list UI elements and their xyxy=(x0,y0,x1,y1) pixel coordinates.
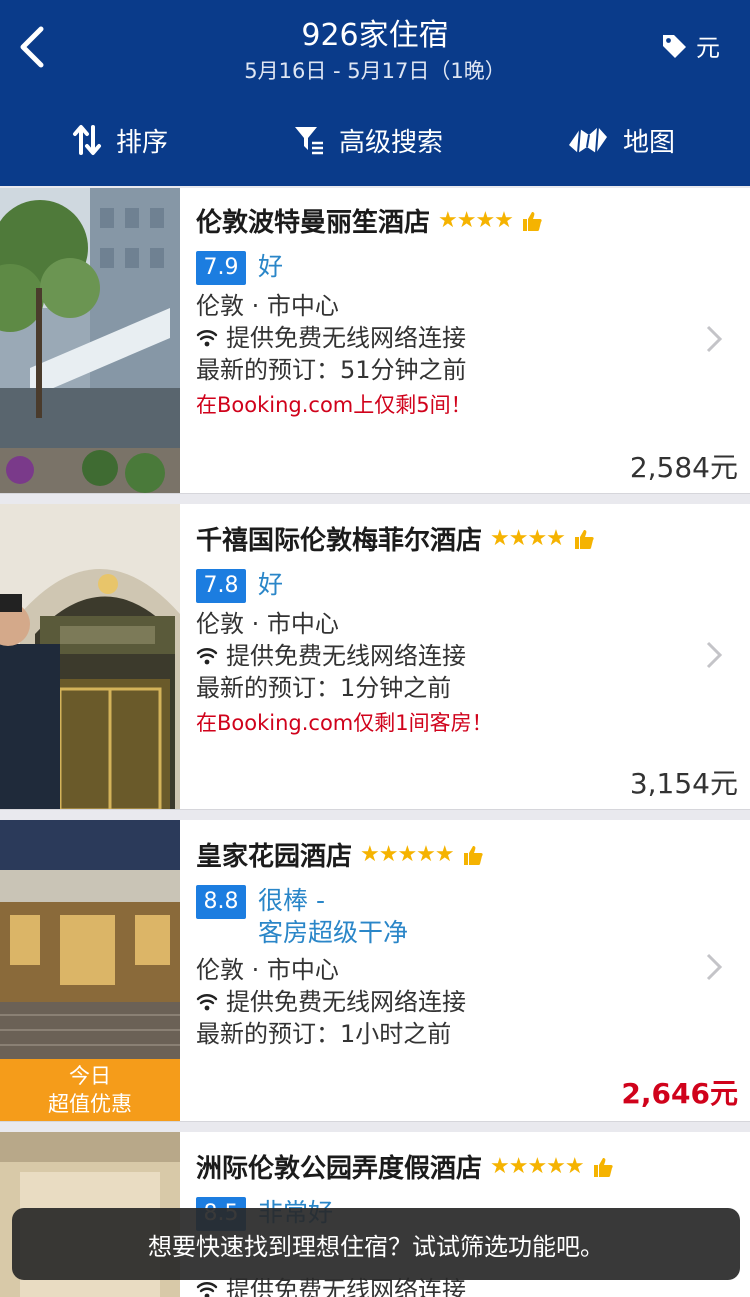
review-score: 8.8 xyxy=(196,885,246,919)
review-word: 好 xyxy=(258,570,284,599)
wifi-icon xyxy=(196,648,218,665)
thumbs-up-icon xyxy=(522,211,542,231)
hotel-photo xyxy=(0,504,180,809)
hotel-card[interactable]: 今日 超值优惠 皇家花园酒店 ★★★★★ 8.8 很棒 - 客房超级干净 伦敦 … xyxy=(0,820,750,1122)
review-word-line2: 客房超级干净 xyxy=(258,918,409,947)
review-word-line1: 很棒 - xyxy=(258,886,325,915)
date-range[interactable]: 5月16日 - 5月17日（1晚） xyxy=(0,55,750,85)
hotel-name: 皇家花园酒店 xyxy=(196,842,353,872)
hotel-name-row: 皇家花园酒店 ★★★★★ xyxy=(196,836,740,873)
thumbs-up-icon xyxy=(574,529,594,549)
app-header: 926家住宿 5月16日 - 5月17日（1晚） 元 排序 高级搜索 地图 xyxy=(0,0,750,186)
wifi-row: 提供免费无线网络连接 xyxy=(196,987,740,1017)
wifi-label: 提供免费无线网络连接 xyxy=(226,988,466,1016)
deal-badge: 今日 超值优惠 xyxy=(0,1059,180,1121)
availability-alert: 在Booking.com上仅剩5间！ xyxy=(196,393,472,417)
review-score-row: 8.8 很棒 - 客房超级干净 xyxy=(196,885,740,949)
page-title: 926家住宿 xyxy=(301,18,449,53)
hotel-name: 千禧国际伦敦梅菲尔酒店 xyxy=(196,526,483,556)
hotel-name-row: 伦敦波特曼丽笙酒店 ★★★★ xyxy=(196,202,740,239)
location: 伦敦 · 市中心 xyxy=(196,610,339,638)
sort-label: 排序 xyxy=(116,127,169,158)
hotel-name-row: 洲际伦敦公园弄度假酒店 ★★★★★ xyxy=(196,1148,740,1185)
price: 2,584元 xyxy=(629,451,738,484)
wifi-label: 提供免费无线网络连接 xyxy=(226,642,466,670)
deal-badge-line2: 超值优惠 xyxy=(48,1092,132,1116)
chevron-right-icon xyxy=(706,641,723,669)
last-booked: 最新的预订：1小时之前 xyxy=(196,1020,452,1048)
hotel-photo xyxy=(0,188,180,493)
star-rating: ★★★★ xyxy=(490,526,566,551)
hotel-card[interactable]: 千禧国际伦敦梅菲尔酒店 ★★★★ 7.8 好 伦敦 · 市中心 提供免费无线网络… xyxy=(0,504,750,810)
location: 伦敦 · 市中心 xyxy=(196,956,339,984)
wifi-row: 提供免费无线网络连接 xyxy=(196,641,740,671)
availability-alert: 在Booking.com仅剩1间客房！ xyxy=(196,711,493,735)
last-booked: 最新的预订：1分钟之前 xyxy=(196,674,452,702)
star-rating: ★★★★★ xyxy=(360,842,455,867)
star-rating: ★★★★ xyxy=(438,208,514,233)
map-label: 地图 xyxy=(623,127,676,158)
map-icon xyxy=(569,126,607,154)
review-score: 7.9 xyxy=(196,251,246,285)
map-button[interactable]: 地图 xyxy=(567,112,675,168)
deal-badge-line1: 今日 xyxy=(69,1064,111,1088)
hotel-card[interactable]: 伦敦波特曼丽笙酒店 ★★★★ 7.9 好 伦敦 · 市中心 提供免费无线网络连接… xyxy=(0,188,750,494)
advanced-search-button[interactable]: 高级搜索 xyxy=(293,112,443,168)
review-score: 7.8 xyxy=(196,569,246,603)
wifi-icon xyxy=(196,994,218,1011)
last-booked: 最新的预订：51分钟之前 xyxy=(196,356,467,384)
hotel-photo: 今日 超值优惠 xyxy=(0,820,180,1121)
chevron-right-icon xyxy=(706,953,723,981)
wifi-icon xyxy=(196,330,218,347)
currency-label: 元 xyxy=(696,34,720,62)
star-rating: ★★★★★ xyxy=(490,1154,585,1179)
hotel-name-row: 千禧国际伦敦梅菲尔酒店 ★★★★ xyxy=(196,520,740,557)
wifi-icon xyxy=(196,1282,218,1297)
review-word: 好 xyxy=(258,252,284,281)
toolbar: 排序 高级搜索 地图 xyxy=(0,112,750,168)
sort-button[interactable]: 排序 xyxy=(72,112,168,168)
chevron-right-icon xyxy=(706,325,723,353)
thumbs-up-icon xyxy=(593,1157,613,1177)
review-word: 很棒 - 客房超级干净 xyxy=(258,885,408,949)
filter-icon xyxy=(295,127,323,155)
wifi-row: 提供免费无线网络连接 xyxy=(196,323,740,353)
currency-button[interactable]: 元 xyxy=(660,28,720,63)
price: 2,646元 xyxy=(621,1077,738,1110)
location: 伦敦 · 市中心 xyxy=(196,292,339,320)
wifi-label: 提供免费无线网络连接 xyxy=(226,324,466,352)
filter-tip-toast[interactable]: 想要快速找到理想住宿？试试筛选功能吧。 xyxy=(12,1208,740,1280)
hotel-name: 伦敦波特曼丽笙酒店 xyxy=(196,208,431,238)
price: 3,154元 xyxy=(629,767,738,800)
advanced-search-label: 高级搜索 xyxy=(339,127,444,158)
thumbs-up-icon xyxy=(463,845,483,865)
review-score-row: 7.8 好 xyxy=(196,569,740,603)
sort-icon xyxy=(73,125,101,155)
hotel-name: 洲际伦敦公园弄度假酒店 xyxy=(196,1154,483,1184)
price-tag-icon xyxy=(663,34,686,58)
review-score-row: 7.9 好 xyxy=(196,251,740,285)
